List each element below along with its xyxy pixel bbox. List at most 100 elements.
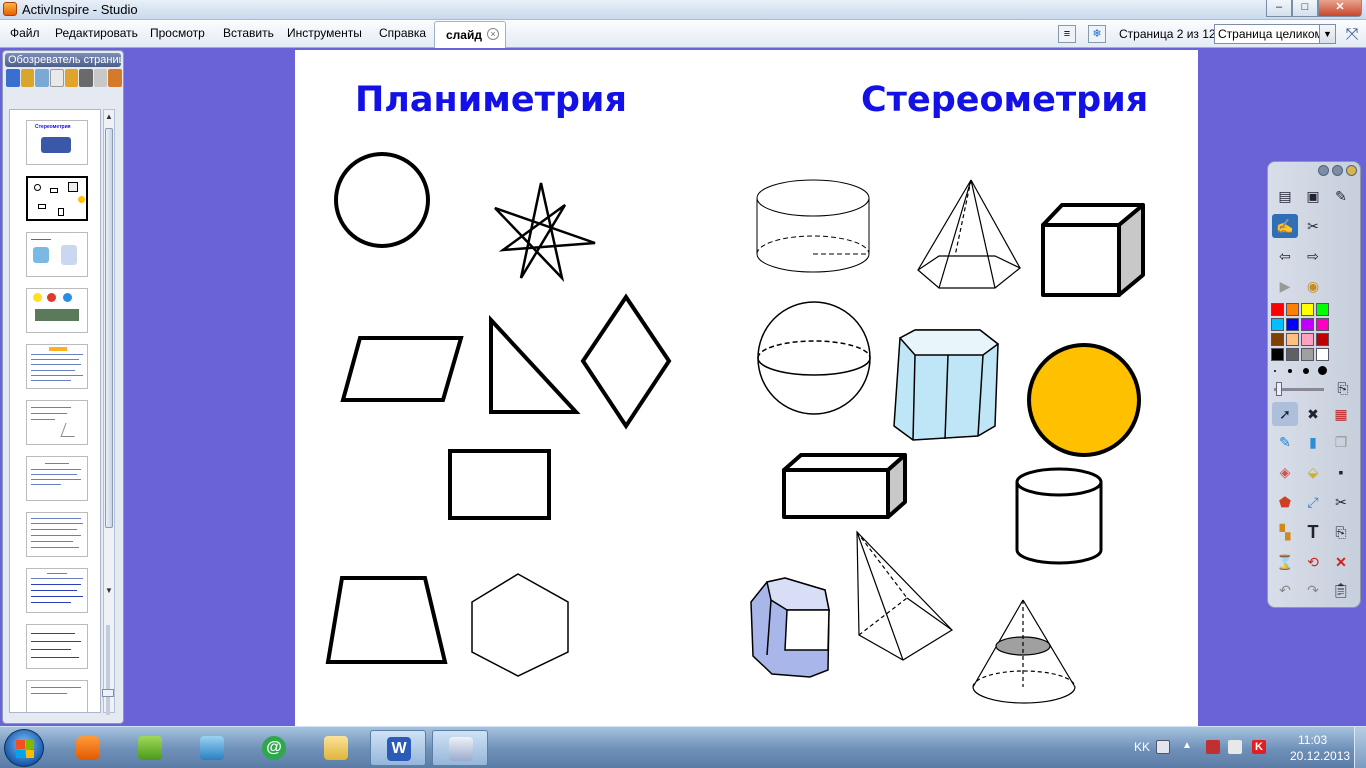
cube-shape[interactable] bbox=[1041, 203, 1145, 297]
main-menu-icon[interactable]: ▤ bbox=[1272, 184, 1298, 208]
hexagonal-prism-shape[interactable] bbox=[893, 329, 1000, 441]
color-swatch[interactable] bbox=[1271, 348, 1284, 361]
thumbnail-size-slider[interactable] bbox=[102, 625, 114, 715]
text-icon[interactable]: T bbox=[1300, 520, 1326, 544]
menu-help[interactable]: Справка bbox=[379, 26, 426, 40]
volume-icon[interactable] bbox=[1228, 740, 1242, 754]
shape-icon[interactable]: ⬟ bbox=[1272, 490, 1298, 514]
thumbnail-page-2[interactable] bbox=[26, 176, 88, 221]
color-swatch[interactable] bbox=[1286, 348, 1299, 361]
browsers-icon[interactable]: ▣ bbox=[1300, 184, 1326, 208]
clipart-icon[interactable]: ▚ bbox=[1272, 520, 1298, 544]
minimize-button[interactable]: – bbox=[1266, 0, 1292, 17]
page-reset-icon[interactable]: ▦ bbox=[1328, 402, 1354, 426]
pen-width-3[interactable] bbox=[1303, 368, 1309, 374]
copy-icon[interactable]: ⎘ bbox=[1328, 520, 1354, 544]
zoom-select[interactable]: Страница целиком ▼ bbox=[1214, 24, 1336, 44]
color-swatch[interactable] bbox=[1301, 318, 1314, 331]
tools-cross-icon[interactable]: ✖ bbox=[1300, 402, 1326, 426]
color-swatch[interactable] bbox=[1301, 348, 1314, 361]
width-slider[interactable] bbox=[1274, 382, 1324, 396]
resources-icon[interactable] bbox=[20, 69, 35, 87]
color-swatch[interactable] bbox=[1271, 318, 1284, 331]
page-extend-icon[interactable]: ⎘ bbox=[1330, 376, 1356, 400]
taskbar-media-player[interactable] bbox=[60, 730, 116, 766]
rectangular-box-shape[interactable] bbox=[782, 453, 907, 519]
toolbox-collapse-icon[interactable] bbox=[1332, 165, 1343, 176]
cylinder-bold-shape[interactable] bbox=[1015, 467, 1103, 565]
pen-icon[interactable]: ✎ bbox=[1272, 430, 1298, 454]
voting-icon[interactable] bbox=[108, 69, 123, 87]
reset-icon[interactable]: ⟲ bbox=[1300, 550, 1326, 574]
taskbar-word[interactable]: W bbox=[370, 730, 426, 766]
undo-icon[interactable]: ↶ bbox=[1272, 578, 1298, 602]
close-button[interactable]: ✕ bbox=[1318, 0, 1362, 17]
cylinder-shape[interactable] bbox=[756, 179, 870, 273]
menu-insert[interactable]: Вставить bbox=[223, 26, 274, 40]
thumbnail-page-4[interactable] bbox=[26, 288, 88, 333]
taskbar-app-green[interactable] bbox=[122, 730, 178, 766]
globe-icon[interactable]: ◉ bbox=[1300, 274, 1326, 298]
color-swatch[interactable] bbox=[1286, 333, 1299, 346]
star-shape[interactable] bbox=[494, 182, 596, 283]
tools-icon[interactable]: ✂ bbox=[1300, 214, 1326, 238]
objects-icon[interactable] bbox=[35, 69, 49, 87]
pen-width-2[interactable] bbox=[1288, 369, 1292, 373]
tetrahedron-shape[interactable] bbox=[856, 530, 953, 661]
menu-file[interactable]: Файл bbox=[10, 26, 40, 40]
select-icon[interactable]: ➚ bbox=[1272, 402, 1298, 426]
pen-mode-icon[interactable]: ✍ bbox=[1272, 214, 1298, 238]
thumbnail-page-1[interactable]: Стереометрия bbox=[26, 120, 88, 165]
redo-icon[interactable]: ↷ bbox=[1300, 578, 1326, 602]
toolbox-menu-icon[interactable] bbox=[1318, 165, 1329, 176]
thumbnail-page-8[interactable] bbox=[26, 512, 88, 557]
thumbnail-page-5[interactable] bbox=[26, 344, 88, 389]
color-swatch[interactable] bbox=[1271, 303, 1284, 316]
circle-shape[interactable] bbox=[334, 152, 430, 248]
fullscreen-icon[interactable]: ⤧ bbox=[1342, 25, 1362, 45]
thumbnail-page-9[interactable] bbox=[26, 568, 88, 613]
scissors-icon[interactable]: ✂ bbox=[1328, 490, 1354, 514]
color-swatch[interactable] bbox=[1316, 303, 1329, 316]
cone-shape[interactable] bbox=[972, 599, 1076, 704]
rectangle-shape[interactable] bbox=[448, 449, 551, 520]
properties-icon[interactable] bbox=[79, 69, 93, 87]
sphere-shape[interactable] bbox=[757, 301, 871, 415]
thumbnail-page-10[interactable] bbox=[26, 624, 88, 669]
pen-width-4[interactable] bbox=[1318, 366, 1327, 375]
tray-expand-icon[interactable]: ▲ bbox=[1182, 740, 1196, 754]
show-desktop-button[interactable] bbox=[1354, 727, 1366, 768]
hexagon-shape[interactable] bbox=[471, 573, 569, 677]
notes-icon[interactable] bbox=[49, 69, 64, 87]
next-page-icon[interactable]: ⇨ bbox=[1300, 244, 1326, 268]
slide-canvas[interactable]: Планиметрия Стереометрия bbox=[295, 50, 1198, 726]
keyboard-icon[interactable] bbox=[1156, 740, 1170, 754]
users-icon[interactable] bbox=[64, 69, 79, 87]
rhombus-shape[interactable] bbox=[580, 293, 672, 430]
hexagonal-prism-purple-shape[interactable] bbox=[750, 577, 830, 678]
thumbnail-scrollbar[interactable]: ▲ ▼ bbox=[103, 109, 115, 713]
language-indicator[interactable]: KK bbox=[1134, 740, 1150, 754]
desktop-annotate-icon[interactable]: ✎ bbox=[1328, 184, 1354, 208]
color-swatch[interactable] bbox=[1271, 333, 1284, 346]
thumbnail-page-7[interactable] bbox=[26, 456, 88, 501]
color-swatch[interactable] bbox=[1316, 333, 1329, 346]
paste-icon[interactable]: 📋︎ bbox=[1328, 578, 1354, 602]
menu-edit[interactable]: Редактировать bbox=[55, 26, 138, 40]
actions-icon[interactable] bbox=[93, 69, 108, 87]
fill-icon[interactable]: ⬙ bbox=[1300, 460, 1326, 484]
delete-icon[interactable]: ✕ bbox=[1328, 550, 1354, 574]
color-swatch[interactable] bbox=[1316, 348, 1329, 361]
network-icon[interactable] bbox=[1206, 740, 1220, 754]
thumbnail-page-11[interactable] bbox=[26, 680, 88, 712]
trapezoid-shape[interactable] bbox=[325, 576, 448, 664]
clock-time[interactable]: 11:03 bbox=[1298, 733, 1327, 747]
slider-handle[interactable] bbox=[102, 689, 114, 697]
menu-view[interactable]: Просмотр bbox=[150, 26, 205, 40]
color-swatch[interactable] bbox=[1286, 303, 1299, 316]
maximize-button[interactable]: □ bbox=[1292, 0, 1318, 17]
scrollbar-thumb[interactable] bbox=[105, 128, 113, 528]
save-icon[interactable]: ▪ bbox=[1328, 460, 1354, 484]
color-swatch[interactable] bbox=[1286, 318, 1299, 331]
tab-slide[interactable]: слайд × bbox=[434, 21, 506, 48]
